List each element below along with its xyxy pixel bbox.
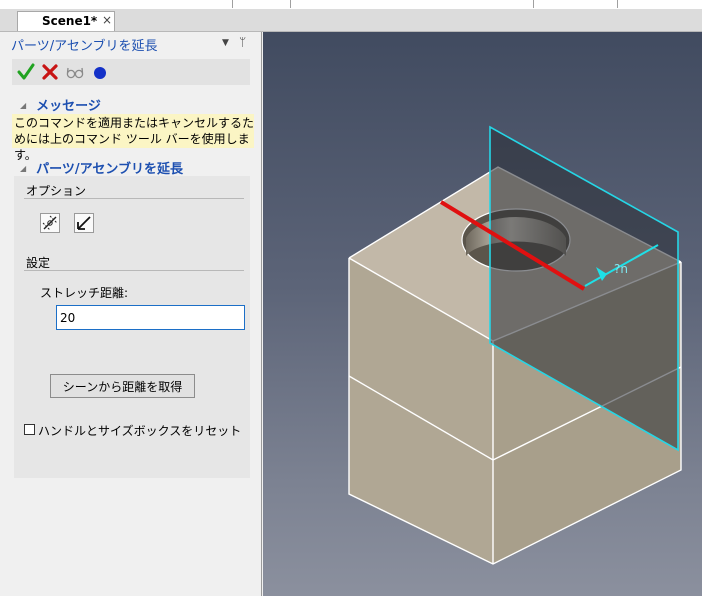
check-icon [17, 63, 35, 80]
toolbar-separator [290, 0, 291, 8]
toolbar-separator [617, 0, 618, 8]
stretch-distance-input[interactable] [56, 305, 245, 330]
stretch-distance-label: ストレッチ距離: [40, 286, 129, 300]
get-distance-from-scene-button[interactable]: シーンから距離を取得 [50, 374, 195, 398]
options-label: オプション [26, 184, 87, 198]
tab-title: Scene1* [42, 14, 98, 28]
extend-section-header[interactable]: ◢ パーツ/アセンブリを延長 [20, 158, 183, 177]
block-model[interactable]: ?n [348, 125, 682, 565]
message-section-header[interactable]: ◢ メッセージ [20, 95, 101, 114]
extend-header-label: パーツ/アセンブリを延長 [36, 162, 183, 177]
diagonal-arrow-icon [77, 216, 91, 230]
dimension-label: ?n [614, 262, 628, 276]
document-tab-bar: Scene1* × [0, 9, 702, 32]
toolbar-separator [533, 0, 534, 8]
collapse-triangle-icon: ◢ [20, 101, 27, 110]
pin-icon[interactable]: ᛘ [239, 35, 246, 49]
toolbar-separator [232, 0, 233, 8]
dropdown-icon[interactable]: ▼ [222, 38, 229, 48]
settings-label: 設定 [26, 256, 51, 270]
3d-viewport[interactable]: ?n [263, 32, 702, 596]
apply-button[interactable] [16, 61, 36, 83]
extend-panel: パーツ/アセンブリを延長 ▼ ᛘ ◢ メッセージ このコマンドを適用またはキャン… [0, 32, 262, 596]
blue-dot-button[interactable] [90, 61, 110, 83]
circle-icon [94, 67, 106, 79]
collapse-triangle-icon: ◢ [20, 164, 27, 173]
preview-button[interactable] [65, 61, 85, 83]
tab-scene1[interactable]: Scene1* × [17, 11, 115, 31]
message-box: このコマンドを適用またはキャンセルするためには上のコマンド ツール バーを使用し… [12, 114, 255, 162]
panel-header: パーツ/アセンブリを延長 ▼ ᛘ [0, 32, 261, 56]
cancel-button[interactable] [40, 61, 60, 83]
options-group: オプション 設定 ストレッチ距離: シーンから距離を取得 ハンドルとサイズボック… [14, 176, 250, 478]
stretch-mode-button[interactable] [40, 213, 60, 233]
options-divider [24, 198, 244, 199]
close-icon[interactable]: × [102, 13, 112, 27]
reset-checkbox[interactable] [24, 424, 35, 435]
message-header-label: メッセージ [36, 99, 101, 114]
scene-canvas: ?n [348, 125, 682, 565]
panel-title: パーツ/アセンブリを延長 [11, 39, 158, 54]
command-toolbar [12, 59, 250, 85]
stretch-mode-icon [42, 215, 58, 231]
resize-arrow-button[interactable] [74, 213, 94, 233]
settings-divider [24, 270, 244, 271]
reset-checkbox-label: ハンドルとサイズボックスをリセット [38, 424, 242, 438]
x-icon [42, 64, 58, 80]
glasses-icon [66, 67, 84, 79]
